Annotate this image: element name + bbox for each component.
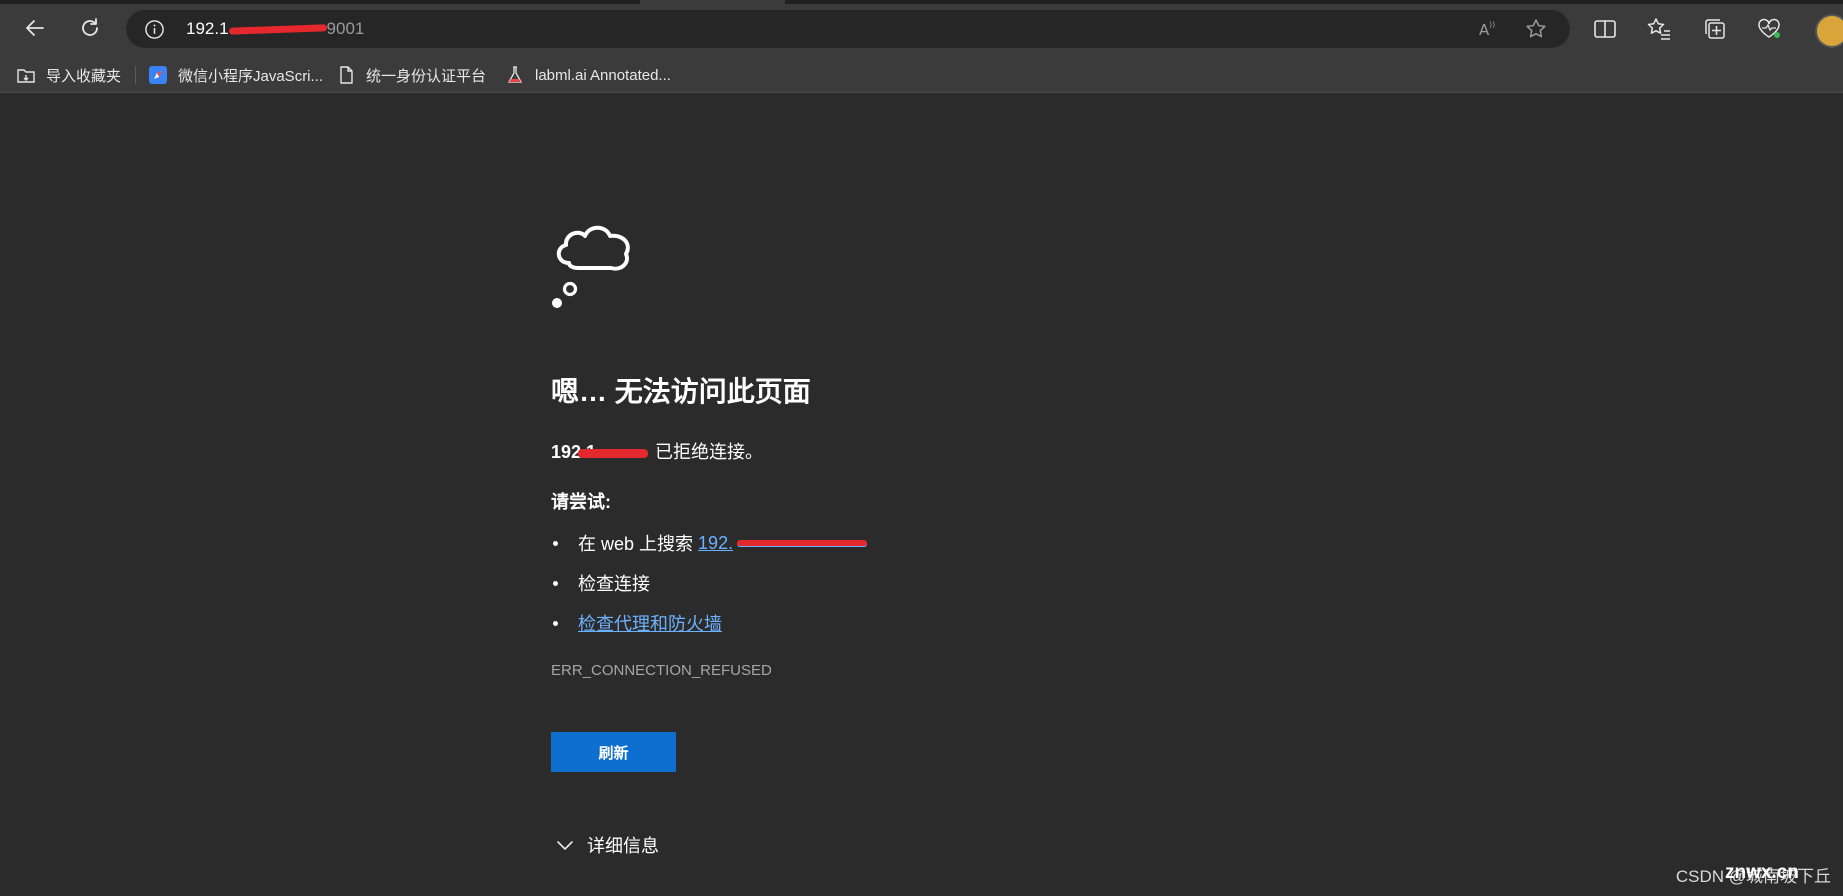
tab-strip-edge — [785, 0, 1843, 4]
suggestion-search-web: 在 web 上搜索 192. — [551, 530, 868, 556]
bookmark-label: labml.ai Annotated... — [535, 66, 671, 84]
suggestion-check-proxy: 检查代理和防火墙 — [551, 610, 722, 636]
refused-text: 已拒绝连接。 — [650, 442, 764, 462]
redaction-mark — [228, 24, 327, 35]
bookmark-unified-auth[interactable]: 统一身份认证平台 — [336, 63, 486, 87]
reload-icon — [82, 18, 98, 36]
document-icon — [340, 66, 353, 84]
profile-avatar[interactable] — [1815, 14, 1843, 48]
url-prefix: 192.1 — [186, 19, 229, 38]
site-info-icon[interactable] — [144, 19, 165, 40]
search-web-link[interactable]: 192. — [698, 533, 733, 554]
bullet — [553, 620, 558, 626]
import-favorites-icon — [17, 69, 35, 83]
compass-icon — [149, 66, 167, 84]
bookmark-wechat-miniprogram[interactable]: 微信小程序JavaScri... — [148, 63, 323, 87]
back-arrow-icon — [26, 20, 44, 36]
bookmarks-bar: 导入收藏夹 微信小程序JavaScri... 统一身份认证平台 labml.ai… — [0, 57, 1843, 93]
read-aloud-icon[interactable]: A )) — [1476, 17, 1500, 41]
page-refresh-button[interactable]: 刷新 — [551, 732, 676, 772]
details-toggle[interactable]: 详细信息 — [556, 832, 659, 858]
url-suffix: 9001 — [326, 19, 365, 38]
bullet — [553, 580, 558, 586]
bookmark-import-favorites[interactable]: 导入收藏夹 — [16, 63, 121, 87]
browser-essentials-icon[interactable] — [1755, 15, 1783, 43]
check-connection-text: 检查连接 — [578, 574, 650, 594]
bookmark-label: 统一身份认证平台 — [366, 67, 487, 85]
try-label: 请尝试: — [551, 492, 611, 512]
split-screen-icon[interactable] — [1591, 15, 1619, 43]
bookmark-separator — [135, 66, 136, 84]
collections-icon[interactable] — [1701, 15, 1729, 43]
bookmark-labml[interactable]: labml.ai Annotated... — [505, 63, 671, 87]
back-button[interactable] — [15, 8, 55, 48]
bookmark-label: 微信小程序JavaScri... — [178, 67, 324, 85]
url-text[interactable]: 192.1 9001 — [186, 19, 364, 39]
refresh-button[interactable] — [70, 8, 110, 48]
error-title: 嗯… 无法访问此页面 — [551, 376, 811, 407]
svg-text:)): )) — [1489, 20, 1495, 29]
address-bar[interactable]: 192.1 9001 A )) — [126, 10, 1570, 48]
error-code: ERR_CONNECTION_REFUSED — [551, 662, 772, 679]
chevron-down-icon — [557, 841, 573, 850]
tab-strip-edge — [0, 0, 640, 4]
redaction-mark — [737, 539, 868, 547]
bookmark-label: 导入收藏夹 — [46, 67, 122, 85]
connection-refused-message: 192.1 已拒绝连接。 — [551, 438, 763, 464]
flask-icon — [507, 66, 523, 83]
favorites-icon[interactable] — [1645, 15, 1673, 43]
favorite-star-icon[interactable] — [1524, 17, 1548, 41]
suggestion-check-connection: 检查连接 — [551, 570, 650, 596]
search-prefix: 在 web 上搜索 — [578, 534, 694, 554]
redaction-mark — [578, 448, 649, 458]
browser-toolbar: 192.1 9001 A )) — [0, 0, 1843, 57]
bullet — [553, 540, 558, 546]
details-label: 详细信息 — [587, 836, 659, 856]
check-proxy-firewall-link[interactable]: 检查代理和防火墙 — [578, 610, 722, 636]
znwx-watermark: znwx.cn — [1725, 862, 1799, 883]
thought-cloud-icon — [552, 225, 630, 308]
